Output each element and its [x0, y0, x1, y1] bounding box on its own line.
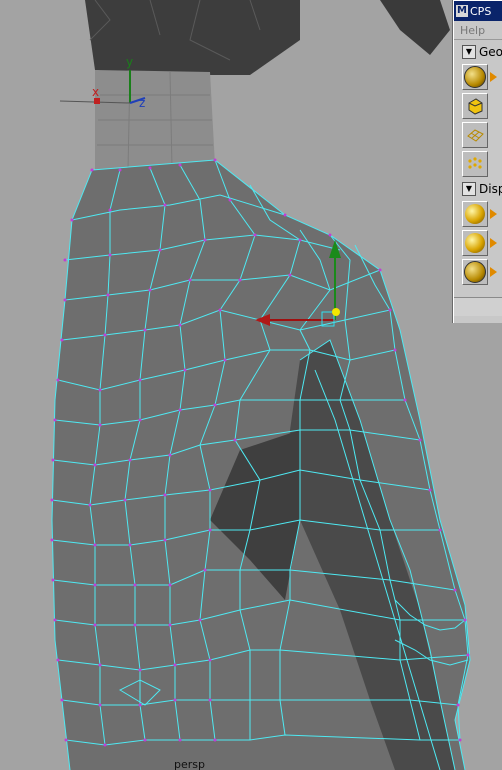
sphere-tool-button[interactable] — [462, 64, 488, 90]
axis-z-label: z — [139, 96, 145, 110]
tool-row — [462, 259, 502, 285]
tool-row — [462, 122, 502, 148]
cps-titlebar[interactable]: M CPS — [454, 1, 502, 21]
section-geometry-label: Geo — [479, 45, 502, 59]
dropdown-arrow-icon[interactable] — [490, 238, 497, 248]
cube-tool-button[interactable] — [462, 93, 488, 119]
wire-ball-icon — [464, 261, 486, 283]
smooth-ball-icon — [465, 204, 485, 224]
cps-menubar: Help — [454, 21, 502, 40]
collapse-arrow-icon[interactable]: ▼ — [462, 182, 476, 196]
dropdown-arrow-icon[interactable] — [490, 72, 497, 82]
wire-display-button[interactable] — [462, 259, 488, 285]
cps-title: CPS — [470, 4, 492, 18]
hair-strand-mesh — [380, 0, 450, 55]
dropdown-arrow-icon[interactable] — [490, 267, 497, 277]
smooth-ball-icon — [465, 233, 485, 253]
plane-tool-button[interactable] — [462, 122, 488, 148]
tool-row — [462, 151, 502, 177]
smooth-display-button-2[interactable] — [462, 230, 488, 256]
tool-row — [462, 64, 502, 90]
section-display-header[interactable]: ▼ Disp — [462, 180, 502, 198]
tool-row — [462, 230, 502, 256]
wireframe-plane-icon — [467, 129, 484, 142]
tool-row — [462, 93, 502, 119]
sphere-icon — [464, 66, 486, 88]
grid-points-icon — [468, 157, 482, 169]
collapse-arrow-icon[interactable]: ▼ — [462, 45, 476, 59]
axis-y-label: y — [126, 55, 133, 69]
cps-window[interactable]: M CPS Help ▼ Geo ▼ Disp — [453, 0, 502, 323]
dropdown-arrow-icon[interactable] — [490, 209, 497, 219]
tool-row — [462, 201, 502, 227]
cube-icon — [468, 98, 483, 115]
cps-window-footer — [454, 297, 502, 316]
camera-label: persp — [174, 758, 205, 770]
section-geometry-header[interactable]: ▼ Geo — [462, 43, 502, 61]
3d-viewport[interactable]: y x z persp — [0, 0, 502, 770]
maya-logo-icon: M — [456, 5, 468, 17]
section-display-label: Disp — [479, 182, 502, 196]
axis-x-label: x — [92, 85, 99, 99]
head-mesh — [85, 0, 300, 75]
points-tool-button[interactable] — [462, 151, 488, 177]
menu-help[interactable]: Help — [460, 24, 485, 37]
viewport-scene: y x z — [50, 0, 471, 770]
smooth-display-button[interactable] — [462, 201, 488, 227]
